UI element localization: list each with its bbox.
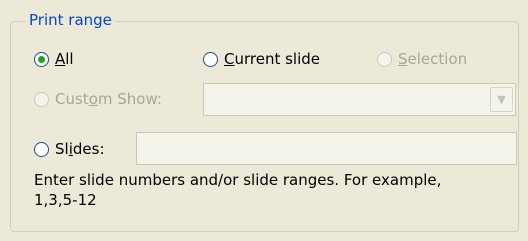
radio-selection-circle[interactable]: [377, 51, 392, 67]
radio-selection[interactable]: Selection: [377, 49, 467, 69]
radio-slides[interactable]: Slides:: [34, 139, 105, 159]
radio-all-circle[interactable]: [34, 51, 49, 67]
slide-range-hint: Enter slide numbers and/or slide ranges.…: [34, 170, 514, 210]
radio-selection-label: Selection: [398, 50, 468, 68]
radio-current-slide[interactable]: Current slide: [203, 49, 320, 69]
radio-current-slide-circle[interactable]: [203, 51, 218, 67]
radio-slides-label: Slides:: [55, 140, 105, 158]
custom-show-select[interactable]: ▼: [203, 83, 516, 116]
radio-custom-show[interactable]: Custom Show:: [34, 89, 162, 109]
print-range-title: Print range: [26, 10, 115, 30]
slide-range-hint-line-1: Enter slide numbers and/or slide ranges.…: [34, 171, 442, 189]
radio-custom-show-circle[interactable]: [34, 91, 49, 107]
slide-range-hint-line-2: 1,3,5-12: [34, 191, 97, 209]
custom-show-dropdown-button[interactable]: ▼: [490, 87, 513, 112]
radio-all-label: All: [55, 50, 74, 68]
radio-all[interactable]: All: [34, 49, 74, 69]
chevron-down-icon: ▼: [497, 93, 506, 106]
radio-current-slide-label: Current slide: [224, 50, 321, 68]
radio-custom-show-label: Custom Show:: [55, 90, 162, 108]
slides-input[interactable]: [136, 132, 517, 165]
radio-slides-circle[interactable]: [34, 141, 49, 157]
